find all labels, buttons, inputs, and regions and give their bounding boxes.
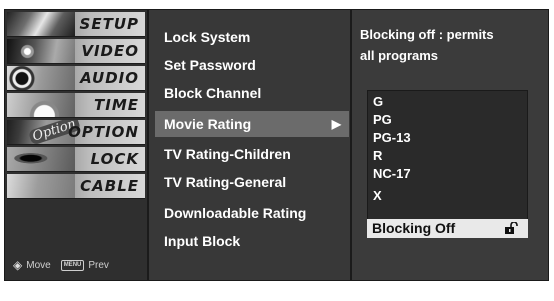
move-label: Move (26, 259, 51, 271)
unlocked-padlock-icon (505, 222, 518, 234)
blocking-off-label: Blocking Off (372, 220, 456, 236)
panel-description: Blocking off : permits all programs (360, 24, 542, 66)
menu-key-icon: MENU (60, 259, 85, 271)
menu-item-label: Lock System (164, 29, 251, 45)
menu-item-downloadable-rating[interactable]: Downloadable Rating (155, 200, 349, 226)
lock-menu: Lock System Set Password Block Channel M… (155, 10, 349, 280)
rating-option-x[interactable]: X (373, 187, 382, 205)
sidebar-item-label: CABLE (80, 177, 139, 195)
sidebar-item-label: TIME (94, 96, 139, 114)
rating-option-pg-13[interactable]: PG-13 (373, 129, 411, 147)
prev-label: Prev (88, 259, 109, 271)
menu-item-label: Input Block (164, 233, 241, 249)
menu-item-label: TV Rating-Children (164, 146, 291, 162)
sidebar-item-lock[interactable]: LOCK (7, 147, 145, 172)
sidebar-item-option[interactable]: Option OPTION (7, 120, 145, 145)
menu-item-label: Movie Rating (164, 116, 252, 132)
menu-item-block-channel[interactable]: Block Channel (155, 80, 349, 106)
menu-item-label: TV Rating-General (164, 174, 287, 190)
movie-rating-panel: Blocking off : permits all programs G PG… (350, 10, 548, 280)
rating-option-nc-17[interactable]: NC-17 (373, 165, 411, 183)
menu-item-label: Block Channel (164, 85, 262, 101)
menu-item-label: Set Password (164, 57, 256, 73)
description-line-2: all programs (360, 48, 439, 63)
cable-thumbnail-icon (7, 174, 75, 198)
clock-icon (7, 93, 75, 117)
move-arrows-icon: ◈ (13, 258, 23, 272)
audio-speaker-icon (7, 66, 75, 90)
rating-option-r[interactable]: R (373, 147, 382, 165)
setup-thumbnail-icon (7, 12, 75, 36)
sidebar-item-cable[interactable]: CABLE (7, 174, 145, 199)
option-thumbnail-icon: Option (7, 120, 81, 144)
sidebar-item-label: SETUP (79, 15, 139, 33)
rating-list: G PG PG-13 R NC-17 X (367, 90, 528, 238)
tv-menu-screen: SETUP VIDEO AUDIO TIME Option OPTION LOC… (4, 9, 549, 281)
sidebar-item-setup[interactable]: SETUP (7, 12, 145, 37)
rating-option-pg[interactable]: PG (373, 111, 392, 129)
menu-item-tv-rating-general[interactable]: TV Rating-General (155, 169, 349, 195)
menu-item-label: Downloadable Rating (164, 205, 307, 221)
description-line-1: Blocking off : permits (360, 27, 494, 42)
sidebar-item-label: LOCK (90, 150, 139, 168)
blocking-off-option[interactable]: Blocking Off (367, 219, 528, 238)
rating-option-g[interactable]: G (373, 93, 383, 111)
sidebar-item-video[interactable]: VIDEO (7, 39, 145, 64)
sidebar-item-time[interactable]: TIME (7, 93, 145, 118)
menu-item-input-block[interactable]: Input Block (155, 228, 349, 254)
video-thumbnail-icon (7, 39, 75, 63)
menu-item-lock-system[interactable]: Lock System (155, 24, 349, 50)
sidebar-item-label: VIDEO (81, 42, 139, 60)
sidebar: SETUP VIDEO AUDIO TIME Option OPTION LOC… (5, 10, 149, 280)
menu-item-set-password[interactable]: Set Password (155, 52, 349, 78)
navigation-hint: ◈ Move MENU Prev (13, 258, 109, 272)
sidebar-item-label: AUDIO (80, 69, 139, 87)
menu-item-movie-rating[interactable]: Movie Rating ▶ (155, 111, 349, 137)
menu-item-tv-rating-children[interactable]: TV Rating-Children (155, 141, 349, 167)
lock-thumbnail-icon (7, 147, 75, 171)
submenu-arrow-icon: ▶ (331, 117, 341, 131)
sidebar-item-audio[interactable]: AUDIO (7, 66, 145, 91)
sidebar-item-label: OPTION (68, 123, 139, 141)
